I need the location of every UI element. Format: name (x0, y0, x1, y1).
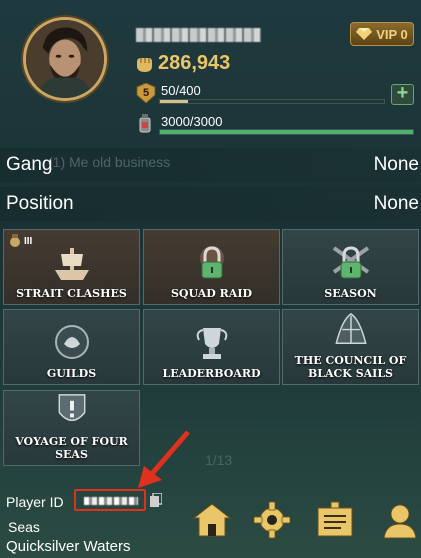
rank-badge-text: III (24, 235, 33, 247)
background-gang-text: (1) Me old business (48, 154, 171, 170)
profile-screen: VIP 0 286,943 5 50/400 + 3000/3000 Gang … (0, 0, 421, 558)
player-name-redacted (136, 24, 296, 44)
diamond-icon (356, 28, 373, 40)
vip-button[interactable]: VIP 0 (350, 22, 414, 46)
tile-council-of-black-sails[interactable]: THE COUNCIL OF BLACK SAILS (282, 309, 419, 385)
level-number: 5 (142, 87, 150, 99)
fist-icon (137, 57, 152, 72)
rank-badge: III (8, 234, 32, 248)
position-label: Position (6, 193, 74, 214)
sails-crest-icon (334, 313, 367, 344)
voyage-shield-icon (58, 394, 85, 422)
tile-label: STRAIT CLASHES (16, 287, 127, 300)
energy-text: 3000/3000 (161, 114, 223, 129)
ship-icon (54, 248, 89, 280)
notice-board-icon[interactable] (315, 500, 355, 540)
copy-icon[interactable] (150, 493, 162, 507)
profile-icon[interactable] (380, 500, 420, 540)
player-id-label: Player ID (6, 494, 64, 510)
gang-value: None (373, 154, 419, 175)
xp-progress-bar (159, 99, 385, 104)
add-xp-button[interactable]: + (391, 83, 414, 105)
season-label: Seas (8, 519, 40, 535)
tile-guilds[interactable]: GUILDS (3, 309, 140, 385)
trophy-icon (196, 328, 227, 359)
season-value: Quicksilver Waters (6, 538, 131, 555)
guild-emblem-icon (54, 325, 89, 359)
currency-value: 286,943 (158, 52, 231, 74)
home-icon[interactable] (192, 500, 232, 540)
tile-label: VOYAGE OF FOUR SEAS (15, 435, 128, 461)
xp-text: 50/400 (161, 83, 201, 98)
tile-label: SQUAD RAID (170, 287, 253, 300)
tile-season[interactable]: SEASON (282, 229, 419, 305)
tile-voyage-of-four-seas[interactable]: VOYAGE OF FOUR SEAS (3, 390, 140, 466)
position-value: None (373, 193, 419, 214)
level-badge: 5 (136, 82, 156, 104)
avatar-portrait-icon (26, 20, 104, 98)
locked-raid-icon (199, 246, 224, 279)
position-row[interactable]: Position None (0, 187, 421, 221)
xp-progress-fill (160, 100, 188, 103)
gear-icon[interactable] (252, 500, 292, 540)
red-arrow-icon (138, 430, 190, 488)
gang-label: Gang (6, 154, 53, 175)
lantern-icon (139, 114, 151, 133)
medal-icon (10, 234, 20, 247)
tile-label: LEADERBOARD (162, 367, 261, 380)
tile-label: THE COUNCIL OF BLACK SAILS (294, 354, 407, 380)
player-id-value-redacted (74, 489, 146, 511)
energy-progress-fill (160, 130, 413, 134)
player-avatar[interactable] (23, 17, 107, 101)
tile-strait-clashes[interactable]: III STRAIT CLASHES (3, 229, 140, 305)
background-counter: 1/13 (205, 452, 233, 468)
tile-squad-raid[interactable]: SQUAD RAID (143, 229, 280, 305)
tile-label: SEASON (324, 287, 377, 300)
locked-season-icon (332, 246, 369, 279)
tile-leaderboard[interactable]: LEADERBOARD (143, 309, 280, 385)
vip-label: VIP 0 (376, 26, 408, 42)
currency-display: 286,943 (134, 52, 230, 75)
tile-label: GUILDS (46, 367, 97, 380)
energy-progress-bar (159, 129, 414, 135)
